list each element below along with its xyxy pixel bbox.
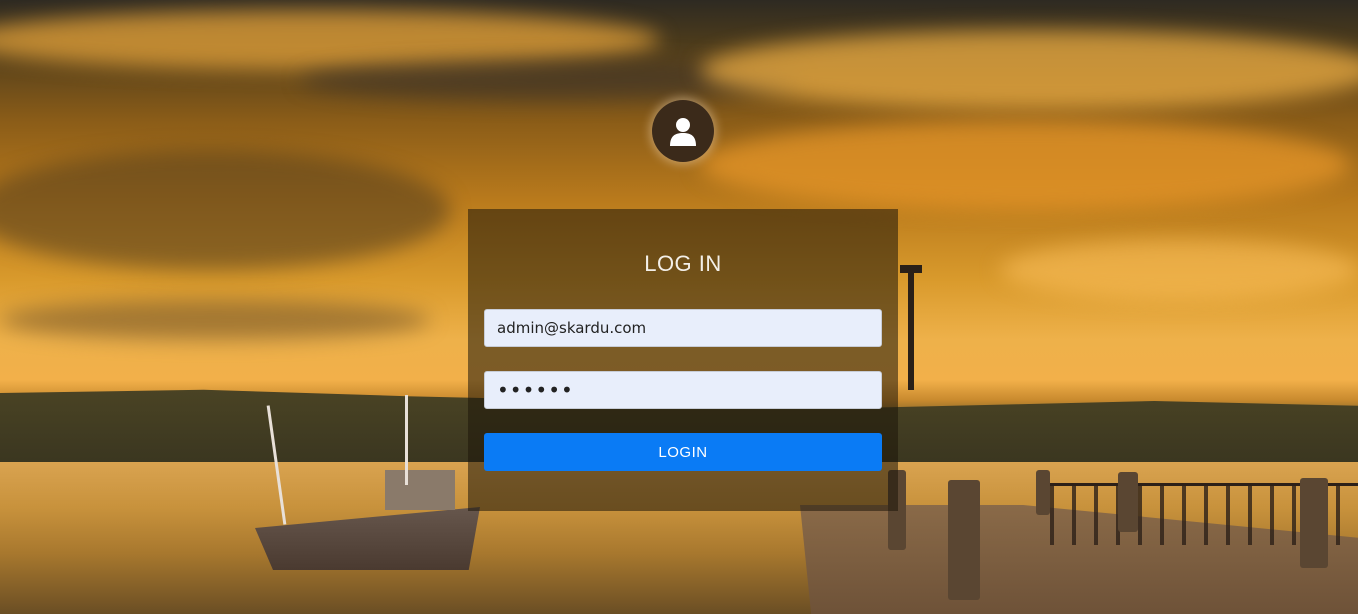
login-title: LOG IN: [644, 251, 722, 276]
email-field[interactable]: admin@skardu.com: [484, 309, 882, 347]
user-avatar: [652, 100, 714, 162]
login-button[interactable]: LOGIN: [484, 433, 882, 471]
user-icon: [670, 118, 696, 146]
login-panel: LOG IN admin@skardu.com •••••• LOGIN: [468, 209, 898, 511]
password-field[interactable]: ••••••: [484, 371, 882, 409]
